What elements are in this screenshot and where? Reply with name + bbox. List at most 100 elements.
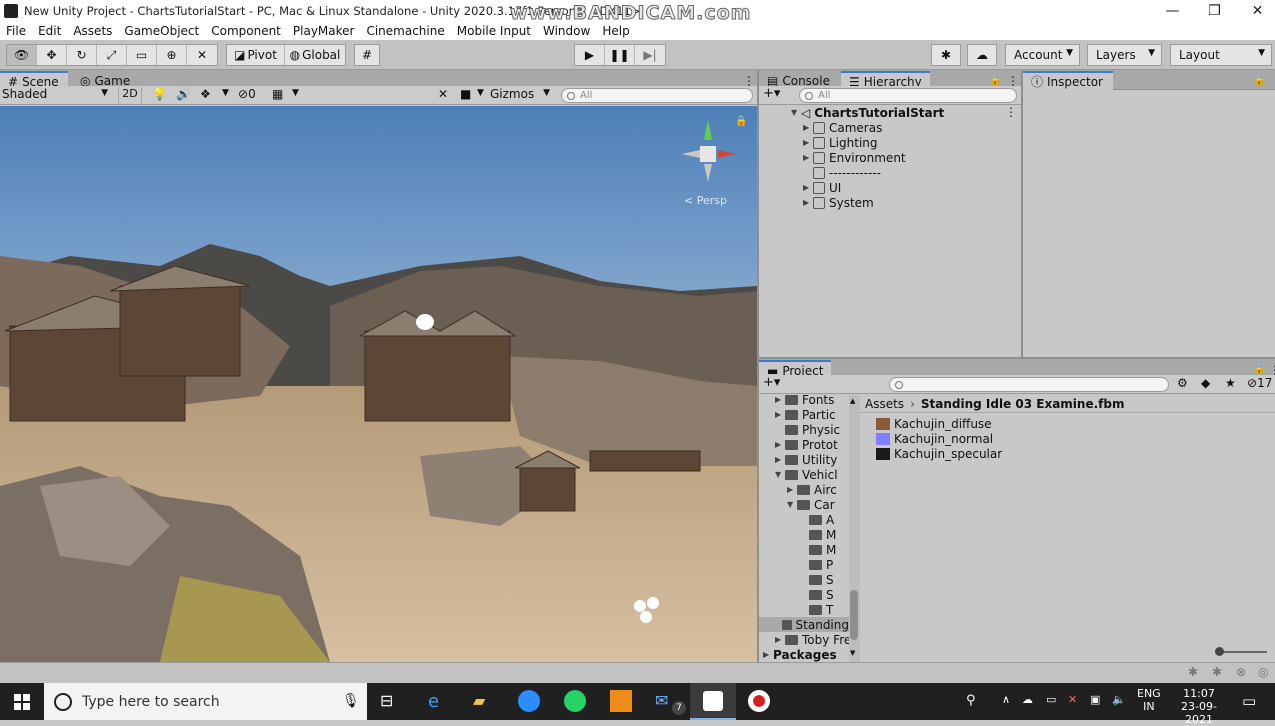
move-tool-icon[interactable]: ✥	[37, 45, 67, 65]
hierarchy-item[interactable]: ▶ Lighting	[803, 135, 878, 150]
network-icon[interactable]: ☁	[1022, 693, 1033, 706]
project-tree-item[interactable]: S	[799, 587, 834, 602]
language-indicator[interactable]: ENG IN	[1137, 687, 1161, 713]
pivot-button[interactable]: ◪ Pivot	[227, 45, 285, 65]
camera-icon[interactable]: ■	[460, 87, 471, 101]
project-tree-item[interactable]: P	[799, 557, 833, 572]
edge-icon[interactable]: e	[428, 691, 439, 712]
project-search-input[interactable]	[889, 377, 1169, 392]
microphone-icon[interactable]: 🎙	[342, 693, 360, 709]
rect-tool-icon[interactable]: ▭	[127, 45, 157, 65]
asset-item[interactable]: Kachujin_specular	[876, 446, 1002, 461]
expand-arrow-icon[interactable]: ▶	[775, 635, 785, 644]
hierarchy-search-input[interactable]: All	[799, 88, 1017, 103]
menu-mobile-input[interactable]: Mobile Input	[457, 24, 531, 38]
effects-dropdown-icon[interactable]: ▼	[222, 88, 229, 98]
shading-mode-dropdown[interactable]: Shaded ▼	[2, 87, 110, 103]
play-button[interactable]: ▶	[575, 45, 605, 65]
mail-icon[interactable]: ✉	[655, 691, 668, 710]
expand-arrow-icon[interactable]: ▼	[787, 500, 797, 509]
view-tool-eye-icon[interactable]: 👁	[7, 45, 37, 65]
project-tree-item[interactable]: ▶ Utility	[775, 452, 837, 467]
layout-dropdown[interactable]: Layout ▼	[1170, 44, 1272, 66]
project-tree-item[interactable]: S	[799, 572, 834, 587]
minimize-button[interactable]: —	[1150, 0, 1195, 22]
menu-gameobject[interactable]: GameObject	[124, 24, 199, 38]
project-tree-item[interactable]: ▶ Airc	[787, 482, 837, 497]
menu-file[interactable]: File	[6, 24, 26, 38]
hierarchy-item[interactable]: ▶ Environment	[803, 150, 906, 165]
scene-root-item[interactable]: ▼ ◁ ChartsTutorialStart	[791, 105, 944, 120]
menu-cinemachine[interactable]: Cinemachine	[366, 24, 444, 38]
project-tree-item[interactable]: ▶ Fonts	[775, 395, 834, 407]
menu-assets[interactable]: Assets	[73, 24, 112, 38]
transform-tool-icon[interactable]: ⊕	[157, 45, 187, 65]
project-tree-item[interactable]: A	[799, 512, 834, 527]
project-tree-item[interactable]: ▶ Toby Fre	[775, 632, 849, 647]
gizmos-dropdown[interactable]: Gizmos ▼	[490, 87, 552, 103]
project-tree-item[interactable]: M	[799, 527, 836, 542]
scene-search-input[interactable]: All	[561, 88, 753, 103]
security-icon[interactable]: ✕	[1068, 693, 1077, 706]
expand-arrow-icon[interactable]: ▼	[791, 108, 801, 117]
scale-tool-icon[interactable]: ⤢	[97, 45, 127, 65]
camera-dropdown-icon[interactable]: ▼	[477, 88, 484, 98]
restore-button[interactable]: ❐	[1192, 0, 1237, 22]
hierarchy-item[interactable]: ▶ System	[803, 195, 874, 210]
bandicam-icon[interactable]	[748, 690, 770, 712]
global-button[interactable]: ◍ Global	[285, 45, 345, 65]
grid-dropdown-icon[interactable]: ▼	[292, 88, 299, 98]
project-tree-item[interactable]: ▼ Vehicl	[775, 467, 838, 482]
expand-arrow-icon[interactable]: ▶	[803, 123, 813, 132]
breadcrumb-current[interactable]: Standing Idle 03 Examine.fbm	[921, 397, 1125, 411]
scroll-up-icon[interactable]: ▲	[850, 397, 855, 405]
sublime-text-icon[interactable]	[610, 690, 632, 712]
project-tree-item[interactable]: ▼ Car	[787, 497, 835, 512]
expand-arrow-icon[interactable]: ▶	[775, 455, 785, 464]
scroll-down-icon[interactable]: ▼	[850, 649, 855, 657]
expand-arrow-icon[interactable]: ▶	[775, 440, 785, 449]
audio-icon[interactable]: 🔊	[176, 87, 191, 101]
tree-scrollbar[interactable]: ▲ ▼	[849, 395, 860, 662]
chevron-up-icon[interactable]: ∧	[1002, 693, 1010, 706]
hidden-packages-toggle[interactable]: ⊘17	[1247, 376, 1272, 390]
persp-label[interactable]: < Persp	[684, 194, 727, 207]
menu-help[interactable]: Help	[602, 24, 629, 38]
task-view-icon[interactable]: ⊟	[380, 691, 393, 710]
close-button[interactable]: ✕	[1235, 0, 1275, 22]
layers-dropdown[interactable]: Layers ▼	[1087, 44, 1162, 66]
project-tree-item[interactable]: Standing	[759, 617, 849, 632]
custom-tool-icon[interactable]: ✕	[187, 45, 217, 65]
scroll-thumb[interactable]	[850, 590, 858, 640]
expand-arrow-icon[interactable]: ▶	[803, 153, 813, 162]
breadcrumb-root[interactable]: Assets	[865, 397, 904, 411]
account-dropdown[interactable]: Account ▼	[1005, 44, 1080, 66]
search-by-type-icon[interactable]: ⚙	[1177, 376, 1188, 390]
project-tree-item[interactable]: ▶ Partic	[775, 407, 836, 422]
panel-menu-icon[interactable]: ⋮	[1263, 71, 1275, 90]
effects-icon[interactable]: ❖	[200, 87, 211, 101]
progress-icon[interactable]: ✱	[1212, 665, 1222, 679]
rotate-tool-icon[interactable]: ↻	[67, 45, 97, 65]
expand-arrow-icon[interactable]: ▶	[803, 198, 813, 207]
asset-item[interactable]: Kachujin_normal	[876, 431, 993, 446]
project-tree-item[interactable]: Physic	[775, 422, 840, 437]
tab-inspector[interactable]: ⓘ Inspector	[1023, 71, 1113, 90]
bug-icon[interactable]: ✱	[1188, 665, 1198, 679]
slider-handle[interactable]	[1215, 647, 1224, 656]
whatsapp-icon[interactable]	[564, 690, 586, 712]
collab-icon[interactable]: ✱	[931, 44, 961, 66]
project-tree-item[interactable]: ▶ Packages	[763, 647, 837, 662]
scene-viewport[interactable]: 🔒 < Persp	[0, 106, 757, 662]
label-icon[interactable]: ◆	[1201, 376, 1210, 390]
pause-button[interactable]: ❚❚	[605, 45, 635, 65]
toggle-2d-button[interactable]: 2D	[118, 87, 142, 103]
wifi-icon[interactable]: ▣	[1090, 693, 1100, 706]
expand-arrow-icon[interactable]: ▼	[775, 470, 785, 479]
people-icon[interactable]: ⚲	[966, 693, 976, 708]
file-explorer-icon[interactable]: ▰	[473, 691, 485, 710]
scene-menu-icon[interactable]: ⋮	[1005, 105, 1017, 119]
cache-icon[interactable]: ⊗	[1236, 665, 1246, 679]
hidden-objects-toggle[interactable]: ⊘0	[238, 87, 256, 101]
hierarchy-item[interactable]: ------------	[803, 165, 881, 180]
